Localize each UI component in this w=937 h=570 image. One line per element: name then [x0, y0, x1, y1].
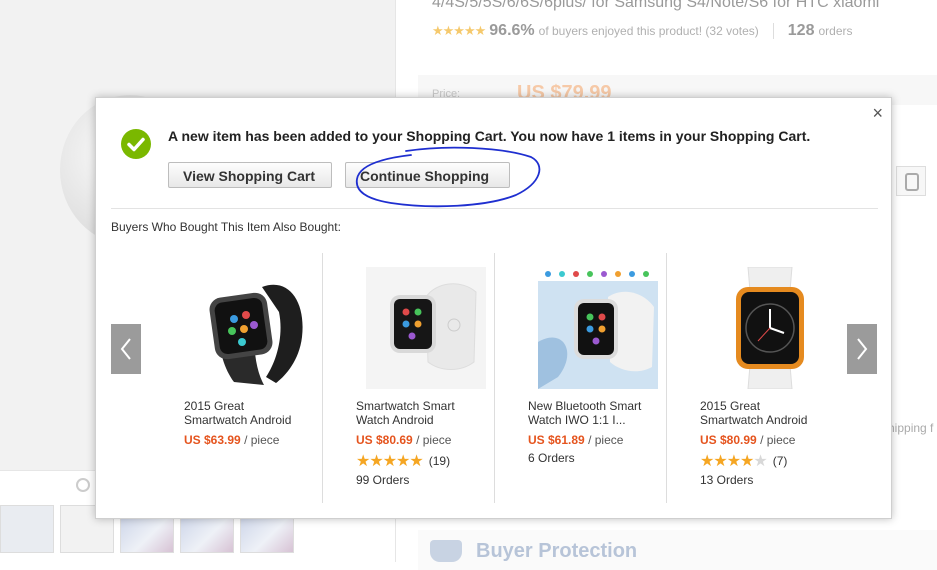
- also-bought-title: Buyers Who Bought This Item Also Bought:: [111, 220, 341, 234]
- product-card[interactable]: Smartwatch Smart Watch Android US $80.69…: [354, 253, 514, 503]
- product-name-line[interactable]: Smartwatch Smart: [356, 399, 496, 413]
- product-name-line[interactable]: Watch IWO 1:1 I...: [528, 413, 668, 427]
- product-orders: 6 Orders: [528, 451, 575, 465]
- orders-count: 128: [787, 22, 815, 39]
- rating-separator: [772, 23, 774, 39]
- thumbnail[interactable]: [0, 505, 54, 553]
- product-price: US $61.89 / piece: [528, 433, 623, 447]
- shield-icon: [430, 540, 462, 562]
- product-name-line[interactable]: Smartwatch Android: [184, 413, 324, 427]
- product-image-black-smartwatch[interactable]: [194, 267, 314, 389]
- continue-shopping-button[interactable]: Continue Shopping: [345, 162, 510, 188]
- shipping-text: hipping f: [888, 421, 934, 435]
- product-name[interactable]: 2015 Great Smartwatch Android: [700, 399, 840, 427]
- product-card[interactable]: New Bluetooth Smart Watch IWO 1:1 I... U…: [526, 253, 686, 503]
- product-card[interactable]: 2015 Great Smartwatch Android US $63.99 …: [182, 253, 342, 503]
- product-image-white-smartwatch[interactable]: [366, 267, 486, 389]
- added-to-cart-dialog: × A new item has been added to your Shop…: [95, 97, 892, 519]
- carousel-prev-button[interactable]: [111, 324, 141, 374]
- product-orders: 99 Orders: [356, 473, 410, 487]
- product-orders: 13 Orders: [700, 473, 754, 487]
- color-option-thumb[interactable]: [896, 166, 926, 196]
- product-rating: ★★★★★ (19): [356, 451, 450, 471]
- product-name-line[interactable]: Smartwatch Android: [700, 413, 840, 427]
- product-price: US $80.69 / piece: [356, 433, 451, 447]
- product-image-orange-smartwatch[interactable]: [710, 267, 830, 389]
- close-icon[interactable]: ×: [872, 104, 883, 122]
- product-name-line[interactable]: New Bluetooth Smart: [528, 399, 668, 413]
- price-unit: / piece: [588, 433, 624, 447]
- price-unit: / piece: [760, 433, 796, 447]
- rating-summary: ★★★★★ 96.6% of buyers enjoyed this produ…: [432, 22, 853, 40]
- product-name[interactable]: New Bluetooth Smart Watch IWO 1:1 I...: [528, 399, 668, 427]
- product-name[interactable]: Smartwatch Smart Watch Android: [356, 399, 496, 427]
- product-name-line[interactable]: 2015 Great: [700, 399, 840, 413]
- rating-stars-icon: ★★★★★: [700, 451, 768, 471]
- product-price: US $63.99 / piece: [184, 433, 279, 447]
- section-divider: [111, 208, 878, 209]
- product-title: 4/4S/5/5S/6/6S/6plus/ for Samsung S4/Not…: [432, 0, 880, 11]
- cart-added-message: A new item has been added to your Shoppi…: [168, 128, 811, 144]
- rating-stars-icon: ★★★★★: [356, 453, 424, 470]
- chevron-left-icon: [120, 338, 131, 360]
- product-card[interactable]: 2015 Great Smartwatch Android US $80.99 …: [698, 253, 858, 503]
- price-amount: US $61.89: [528, 433, 585, 447]
- price-unit: / piece: [244, 433, 280, 447]
- stars-empty: ★: [753, 453, 767, 470]
- zoom-icon[interactable]: [76, 478, 90, 492]
- checkmark-icon: [121, 129, 151, 159]
- orders-label: orders: [818, 24, 853, 38]
- stars-filled: ★★★★: [700, 453, 754, 470]
- product-rating: ★★★★★ (7): [700, 451, 787, 471]
- price-unit: / piece: [416, 433, 452, 447]
- also-bought-carousel: 2015 Great Smartwatch Android US $63.99 …: [151, 253, 841, 505]
- product-price: US $80.99 / piece: [700, 433, 795, 447]
- price-amount: US $80.99: [700, 433, 757, 447]
- product-name[interactable]: 2015 Great Smartwatch Android: [184, 399, 324, 427]
- product-name-line[interactable]: Watch Android: [356, 413, 496, 427]
- price-amount: US $63.99: [184, 433, 241, 447]
- rating-votes: (7): [772, 454, 788, 468]
- rating-votes: (19): [428, 454, 451, 468]
- rating-percent: 96.6%: [489, 22, 535, 39]
- price-amount: US $80.69: [356, 433, 413, 447]
- view-shopping-cart-button[interactable]: View Shopping Cart: [168, 162, 332, 188]
- rating-stars-icon: ★★★★★: [432, 23, 486, 38]
- rating-text: of buyers enjoyed this product! (32 vote…: [538, 24, 759, 38]
- product-name-line[interactable]: 2015 Great: [184, 399, 324, 413]
- product-image-bluetooth-smartwatch[interactable]: [538, 267, 658, 389]
- buyer-protection-title: Buyer Protection: [476, 540, 638, 562]
